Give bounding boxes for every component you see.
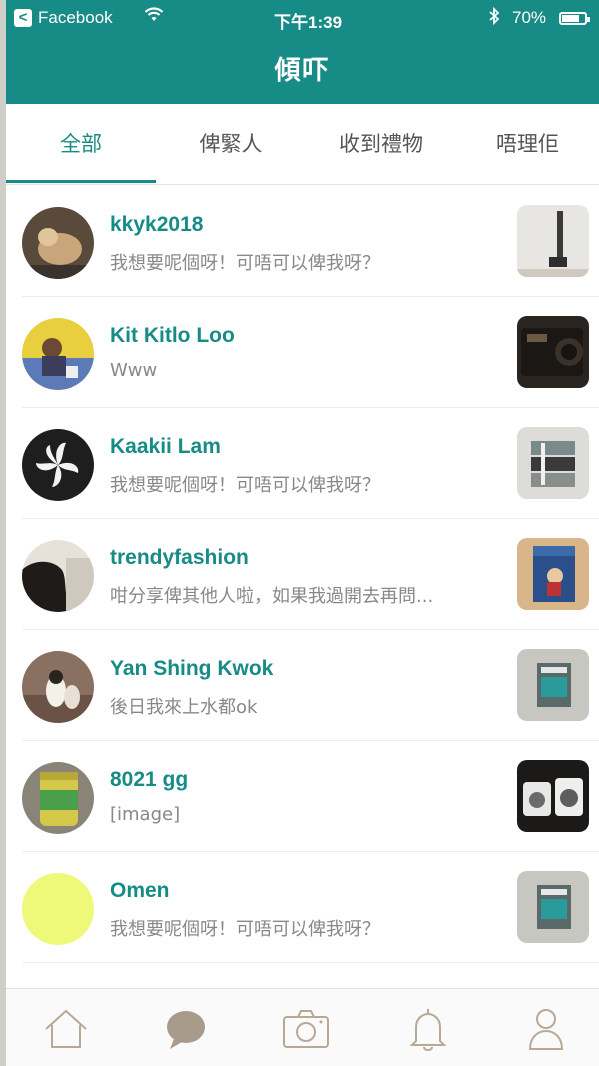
row-divider (22, 296, 599, 297)
tab-all[interactable]: 全部 (6, 104, 156, 184)
contact-name: kkyk2018 (110, 213, 204, 236)
battery-percent: 70% (512, 8, 547, 27)
contact-name: 8021 gg (110, 768, 189, 791)
avatar (22, 207, 94, 279)
tab-received-gifts[interactable]: 收到禮物 (306, 104, 456, 184)
last-message: Www (110, 360, 158, 381)
avatar (22, 762, 94, 834)
last-message: 我想要呢個呀！可唔可以俾我呀？ (110, 253, 380, 274)
item-thumbnail (517, 760, 589, 832)
avatar (22, 318, 94, 390)
bell-icon[interactable] (398, 999, 458, 1059)
tab-ignored[interactable]: 唔理佢 (456, 104, 599, 184)
conversation-row[interactable]: Kit Kitlo Loo Www (6, 298, 599, 408)
conversation-row[interactable]: Kaakii Lam 我想要呢個呀！可唔可以俾我呀？ (6, 409, 599, 519)
tab-bar: 全部 俾緊人 收到禮物 唔理佢 (6, 104, 599, 185)
row-divider (22, 407, 599, 408)
item-thumbnail (517, 427, 589, 499)
contact-name: Yan Shing Kwok (110, 657, 274, 680)
chat-icon[interactable] (156, 999, 216, 1059)
row-divider (22, 518, 599, 519)
item-thumbnail (517, 538, 589, 610)
row-divider (22, 740, 599, 741)
active-tab-indicator (6, 180, 156, 183)
conversation-row[interactable]: kkyk2018 我想要呢個呀！可唔可以俾我呀？ (6, 187, 599, 297)
header: < Facebook 下午1:39 70% 傾吓 (6, 0, 599, 104)
home-icon[interactable] (36, 999, 96, 1059)
item-thumbnail (517, 649, 589, 721)
item-thumbnail (517, 871, 589, 943)
avatar (22, 651, 94, 723)
last-message: 後日我來上水都ok (110, 697, 258, 718)
bottom-nav (6, 988, 599, 1066)
avatar (22, 540, 94, 612)
bluetooth-icon (488, 6, 500, 30)
avatar (22, 429, 94, 501)
last-message: 我想要呢個呀！可唔可以俾我呀？ (110, 475, 380, 496)
row-divider (22, 851, 599, 852)
item-thumbnail (517, 205, 589, 277)
conversation-row[interactable]: Omen 我想要呢個呀！可唔可以俾我呀？ (6, 853, 599, 963)
battery-icon (559, 12, 590, 25)
last-message: [image] (110, 804, 181, 825)
contact-name: Kit Kitlo Loo (110, 324, 235, 347)
status-bar: < Facebook 下午1:39 70% (6, 6, 599, 34)
app-window: < Facebook 下午1:39 70% 傾吓 全部 俾緊人 收到禮物 唔理佢… (6, 0, 599, 1066)
last-message: 咁分享俾其他人啦，如果我過開去再問... (110, 586, 434, 607)
last-message: 我想要呢個呀！可唔可以俾我呀？ (110, 919, 380, 940)
avatar (22, 873, 94, 945)
item-thumbnail (517, 316, 589, 388)
back-to-app-label[interactable]: Facebook (38, 8, 113, 28)
profile-icon[interactable] (516, 999, 576, 1059)
wifi-icon (144, 7, 164, 28)
contact-name: trendyfashion (110, 546, 249, 569)
status-time: 下午1:39 (274, 13, 343, 32)
row-divider (22, 629, 599, 630)
conversation-row[interactable]: trendyfashion 咁分享俾其他人啦，如果我過開去再問... (6, 520, 599, 630)
tab-giving[interactable]: 俾緊人 (156, 104, 306, 184)
camera-icon[interactable] (276, 999, 336, 1059)
page-title: 傾吓 (274, 56, 331, 86)
conversation-row[interactable]: Yan Shing Kwok 後日我來上水都ok (6, 631, 599, 741)
row-divider (22, 962, 599, 963)
contact-name: Kaakii Lam (110, 435, 221, 458)
conversation-row[interactable]: 8021 gg [image] (6, 742, 599, 852)
back-to-app-icon[interactable]: < (14, 9, 32, 27)
contact-name: Omen (110, 879, 170, 902)
